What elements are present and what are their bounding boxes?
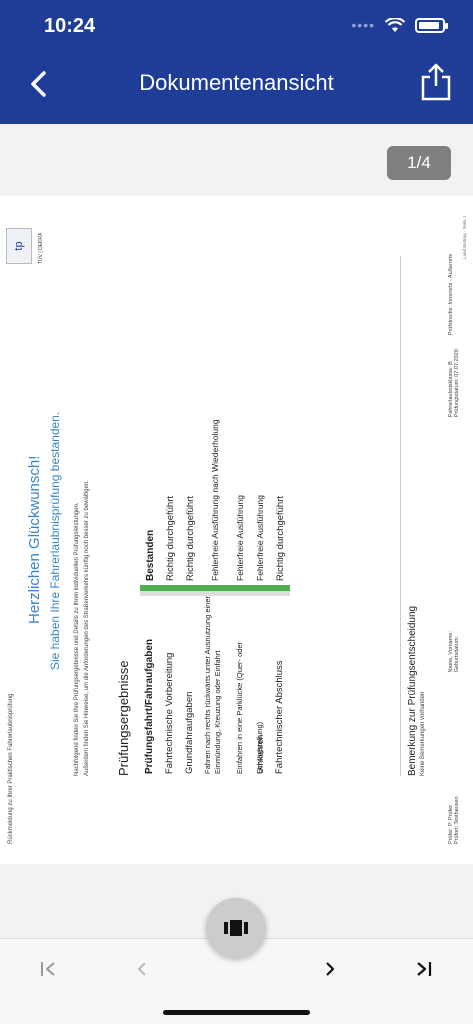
row-task: Fahrtechnischer Abschluss	[270, 591, 290, 776]
page-view-icon	[224, 920, 248, 936]
navigation-header: 10:24 •••• Dokumentenansicht	[0, 0, 473, 124]
logo-text: tp	[13, 241, 25, 251]
document-headline: Herzlichen Glückwunsch!	[26, 455, 43, 624]
table-row: Grundfahraufgaben Richtig durchgeführt	[180, 256, 200, 776]
row-task: Grundfahraufgaben	[180, 591, 200, 776]
pass-marker	[250, 585, 270, 591]
page-note: Land Beitrag - Seite 1	[462, 215, 467, 259]
row-result: Richtig durchgeführt	[164, 495, 176, 581]
last-page-button[interactable]	[410, 955, 438, 983]
header-result: Bestanden	[144, 529, 156, 581]
remark-text: Keine Bemerkungen vorhanden	[420, 691, 426, 776]
row-result: Fehlerfreie Ausführung	[235, 495, 245, 581]
row-task: Fahrtechnische Vorbereitung	[160, 591, 180, 776]
intro-line-2: Außerdem finden Sie Hinweise, um die Anf…	[84, 480, 90, 776]
status-icons: ••••	[351, 17, 448, 33]
share-icon	[421, 63, 451, 101]
battery-icon	[415, 17, 448, 33]
row-result: Richtig durchgeführt	[274, 495, 286, 581]
footer-col-candidate: Name, Vorname: Geburtsdatum:	[448, 631, 460, 673]
row-task: Fahren nach rechts rückwärts unter Ausnu…	[200, 591, 230, 776]
document-subheadline: Sie haben Ihre Fahrerlaubnisprüfung best…	[48, 411, 62, 670]
pass-marker	[230, 585, 250, 591]
previous-page-icon	[138, 962, 146, 976]
home-indicator	[163, 1010, 310, 1015]
document-top-note: Rückmeldung zu Ihrer Praktischen Fahrerl…	[8, 693, 14, 844]
row-task: Einfahren in eine Parklücke (Quer- oder …	[230, 591, 264, 776]
wifi-icon	[385, 17, 405, 32]
rotated-page-content: Rückmeldung zu Ihrer Praktischen Fahrerl…	[0, 196, 473, 864]
page-title: Dokumentenansicht	[139, 70, 334, 95]
table-row: Fahrtechnischer Abschluss Richtig durchg…	[270, 256, 290, 776]
header-task: Prüfungsfahrt/Fahraufgaben	[140, 591, 160, 776]
share-button[interactable]	[419, 62, 453, 102]
signal-icon: ••••	[351, 17, 375, 33]
next-page-button[interactable]	[316, 955, 344, 983]
last-page-icon	[417, 962, 432, 976]
pass-marker	[270, 585, 290, 591]
results-table-header: Prüfungsfahrt/Fahraufgaben Bestanden	[140, 256, 160, 776]
results-table: Prüfungsfahrt/Fahraufgaben Bestanden Fah…	[140, 256, 290, 776]
document-viewer[interactable]: 1/4 Rückmeldung zu Ihrer Praktischen Fah…	[0, 124, 473, 938]
footer-col-class: Fahrerlaubnisklasse: B Prüfungsdatum: 07…	[448, 349, 460, 418]
footer-col-examiner: Prüfer: P. Prüfer Prüfort: Testhausen	[448, 796, 460, 844]
table-row: Fahrtechnische Vorbereitung Richtig durc…	[160, 256, 180, 776]
remark-section: Bemerkung zur Prüfungsentscheidung Keine…	[400, 256, 426, 776]
status-time: 10:24	[44, 15, 96, 37]
document-page[interactable]: Rückmeldung zu Ihrer Praktischen Fahrerl…	[0, 196, 473, 864]
row-result: Richtig durchgeführt	[184, 495, 196, 581]
previous-page-button[interactable]	[128, 955, 156, 983]
intro-line-1: Nachfolgend finden Sie Ihre Prüfungserge…	[74, 502, 80, 776]
next-page-icon	[326, 962, 335, 976]
row-task: Umkehren	[250, 591, 270, 776]
page-view-button[interactable]	[206, 898, 266, 958]
footer-col-route: Prüfstrecke: Innerorts - Außerorts	[448, 253, 454, 336]
row-result: Fehlerfreie Ausführung	[255, 495, 265, 581]
pass-marker	[140, 585, 160, 591]
first-page-icon	[41, 962, 55, 976]
tp-logo: tp	[6, 228, 32, 264]
logo-caption: TÜV | DEKRA	[38, 232, 44, 264]
page-indicator: 1/4	[387, 146, 451, 180]
row-result: Fehlerfreie Ausführung nach Wiederholung	[210, 419, 220, 581]
table-row: Fahren nach rechts rückwärts unter Ausnu…	[200, 256, 230, 776]
table-row: Umkehren Fehlerfreie Ausführung	[250, 256, 270, 776]
table-row: Einfahren in eine Parklücke (Quer- oder …	[230, 256, 264, 776]
pass-marker	[160, 585, 180, 591]
first-page-button[interactable]	[34, 955, 62, 983]
document-footer: Prüfer: P. Prüfer Prüfort: Testhausen Na…	[448, 214, 460, 844]
remark-title: Bemerkung zur Prüfungsentscheidung	[407, 605, 418, 776]
pass-marker	[180, 585, 200, 591]
results-section-title: Prüfungsergebnisse	[116, 660, 131, 776]
pass-marker	[200, 585, 230, 591]
